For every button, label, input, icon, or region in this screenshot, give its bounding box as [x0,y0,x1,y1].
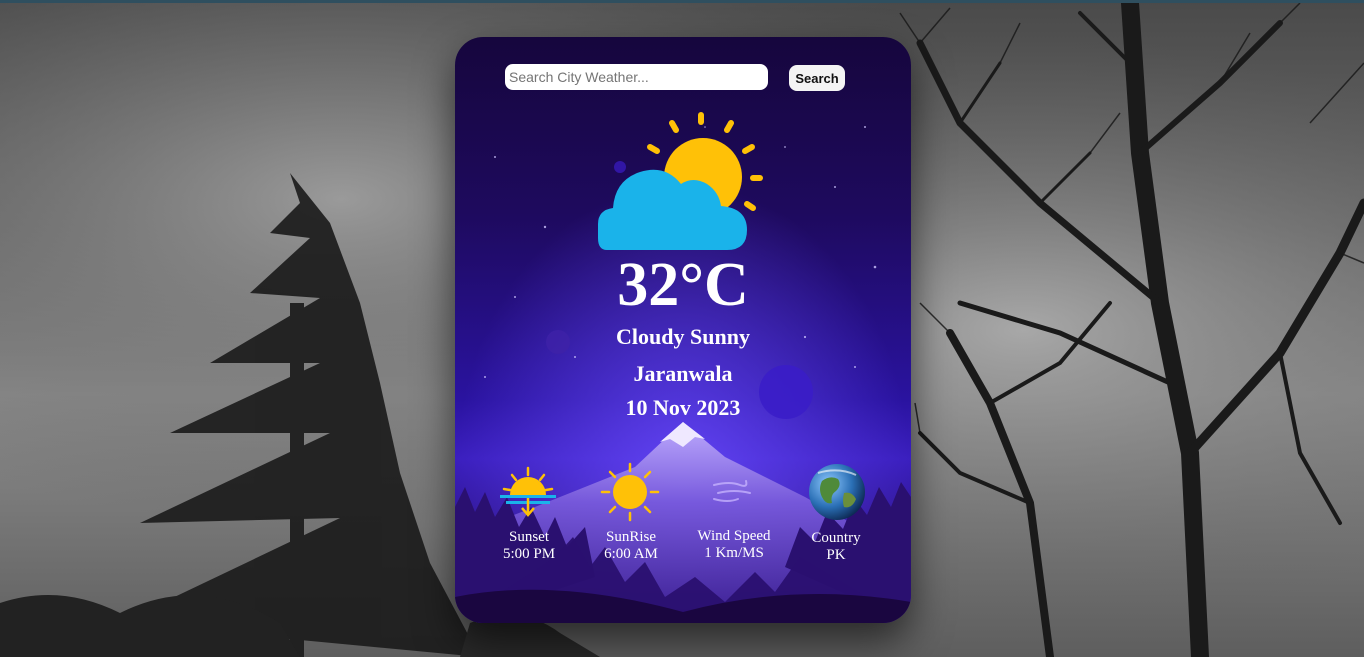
wind-speed-value: 1 Km/MS [704,545,764,561]
sunset-value: 5:00 PM [502,546,556,562]
sunset-icon [500,466,556,517]
stat-sunset: Sunset 5:00 PM [479,529,579,563]
country-value: PK [826,547,846,563]
sunrise-value: 6:00 AM [604,546,658,562]
temperature-value: 32°C [617,251,749,319]
search-button[interactable]: Search [789,65,845,91]
sun-icon [600,462,660,522]
stat-country: Country PK [786,530,886,564]
country-label: Country [811,530,861,546]
cloudy-sunny-icon [598,112,763,250]
sunrise-label: SunRise [605,529,656,545]
sunset-label: Sunset [508,529,549,545]
wind-speed-label: Wind Speed [697,528,771,544]
current-date: 10 Nov 2023 [625,395,741,420]
city-name: Jaranwala [633,361,733,386]
weather-card: Search 32°C Cloudy Sunny Jaranwala 10 No… [455,37,911,623]
search-input[interactable] [505,64,768,90]
stat-sunrise: SunRise 6:00 AM [581,529,681,563]
wind-icon [713,480,751,502]
globe-icon [809,464,865,520]
weather-condition: Cloudy Sunny [616,324,750,349]
stat-wind-speed: Wind Speed 1 Km/MS [684,528,784,562]
